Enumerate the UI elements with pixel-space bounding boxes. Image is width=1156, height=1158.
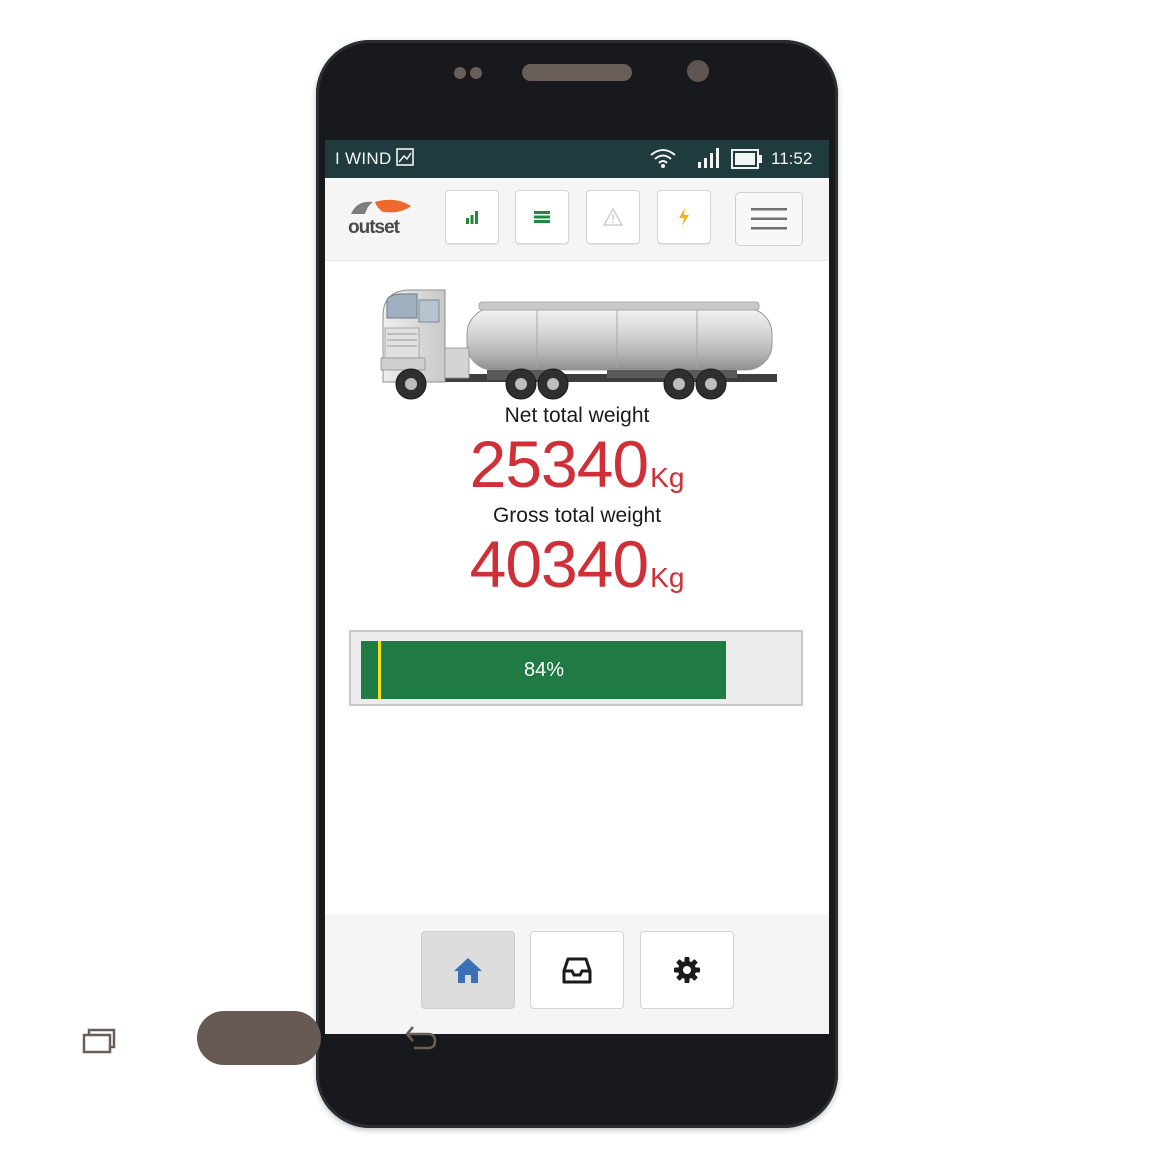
hamburger-icon xyxy=(751,208,787,230)
battery-icon xyxy=(731,149,762,169)
svg-text:outset: outset xyxy=(348,217,401,238)
home-icon xyxy=(454,958,482,983)
wifi-icon xyxy=(650,149,676,168)
recent-apps-key[interactable] xyxy=(82,1028,116,1054)
menu-button[interactable] xyxy=(735,192,803,246)
back-key[interactable] xyxy=(404,1024,438,1052)
tanker-truck-image xyxy=(380,289,777,400)
home-key[interactable] xyxy=(197,1011,321,1065)
earpiece-speaker xyxy=(522,64,632,81)
load-progress-bar: 84% xyxy=(349,630,803,706)
bottom-nav xyxy=(325,914,829,1034)
status-bar: I WIND 11:52 xyxy=(325,140,829,178)
net-weight-unit: Kg xyxy=(650,462,685,493)
net-weight-number: 25340 xyxy=(469,427,650,501)
gross-weight-value: 40340Kg xyxy=(325,526,829,602)
front-camera xyxy=(687,60,709,82)
settings-button[interactable] xyxy=(640,931,734,1009)
clock: 11:52 xyxy=(771,149,813,168)
gross-weight-label: Gross total weight xyxy=(492,504,662,527)
lightning-icon xyxy=(679,208,689,226)
image-icon xyxy=(396,148,414,166)
progress-percent: 84% xyxy=(523,659,565,681)
outset-logo: outset xyxy=(348,199,411,238)
list-icon xyxy=(534,211,550,223)
home-button[interactable] xyxy=(421,931,515,1009)
sensor-dots xyxy=(454,67,490,79)
signal-bars-icon xyxy=(466,211,478,224)
signal-button[interactable] xyxy=(445,190,499,244)
carrier-name: I WIND xyxy=(335,149,392,168)
warning-icon xyxy=(603,208,623,226)
app-header: outset xyxy=(325,178,829,261)
inbox-button[interactable] xyxy=(530,931,624,1009)
phone-screen: I WIND 11:52 outset Net total weight 253… xyxy=(325,140,829,1034)
power-button[interactable] xyxy=(657,190,711,244)
gear-icon xyxy=(674,957,700,983)
inbox-icon xyxy=(562,957,592,984)
net-weight-value: 25340Kg xyxy=(325,426,829,502)
list-button[interactable] xyxy=(515,190,569,244)
net-weight-label: Net total weight xyxy=(504,404,650,427)
gross-weight-number: 40340 xyxy=(469,527,650,601)
gross-weight-unit: Kg xyxy=(650,562,685,593)
signal-icon xyxy=(698,148,719,168)
warning-button[interactable] xyxy=(586,190,640,244)
